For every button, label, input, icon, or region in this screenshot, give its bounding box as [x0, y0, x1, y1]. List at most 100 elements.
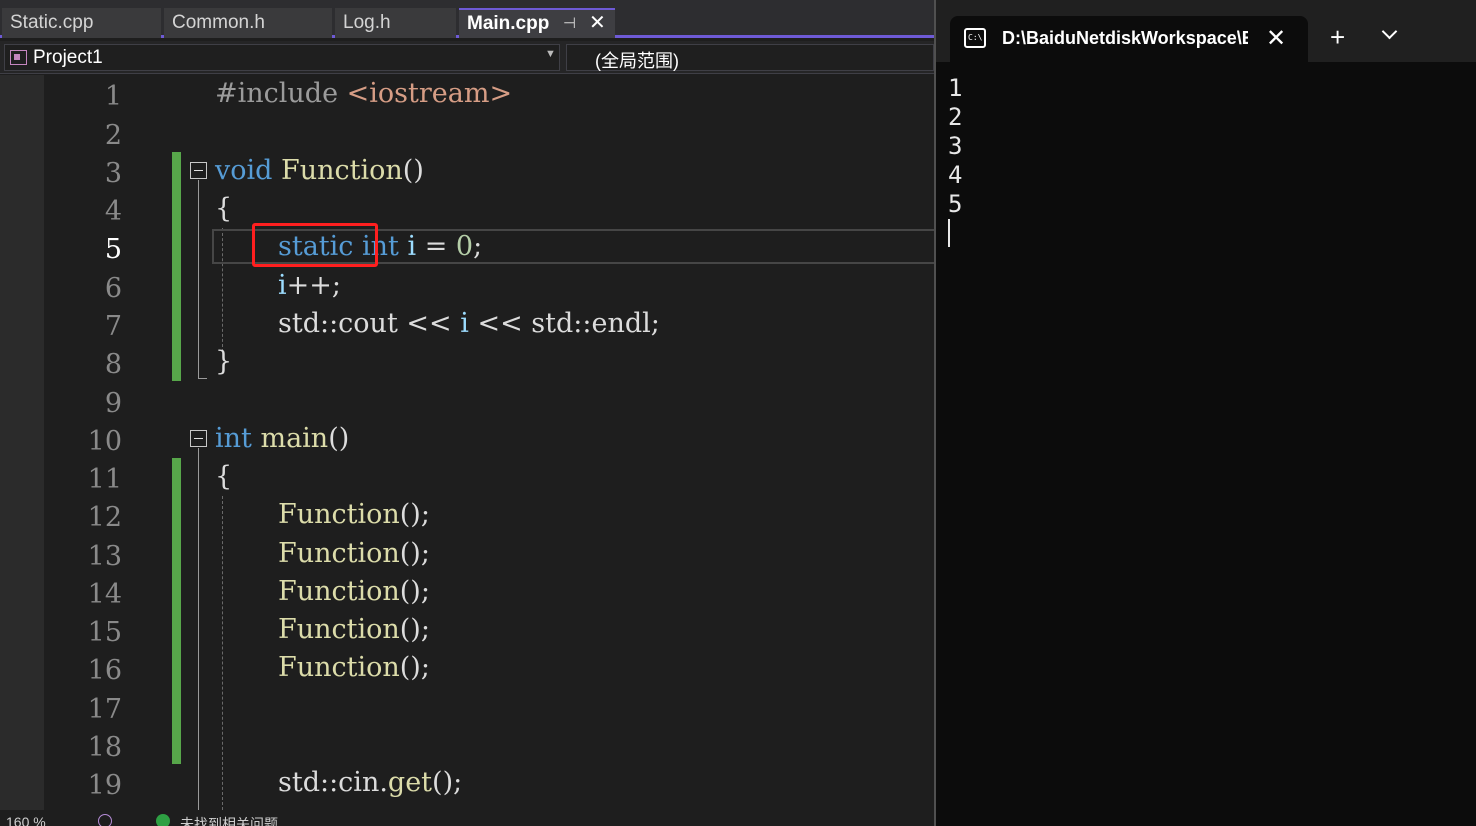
- scope-dropdown[interactable]: (全局范围): [566, 44, 934, 71]
- code-text: ++;: [286, 270, 341, 301]
- scope-name: (全局范围): [595, 51, 679, 71]
- fold-line: [198, 180, 199, 378]
- output-line: 3: [948, 132, 963, 160]
- chevron-down-icon[interactable]: [1381, 23, 1398, 40]
- brace: }: [215, 346, 233, 377]
- function-call: Function: [278, 614, 400, 645]
- punctuation: ();: [399, 652, 430, 683]
- punctuation: ();: [399, 576, 430, 607]
- dropdown-arrow-icon: ▼: [545, 48, 556, 60]
- tab-label: Common.h: [172, 12, 265, 33]
- code-line-4[interactable]: {: [215, 194, 232, 224]
- code-line-19[interactable]: std::cin.get();: [278, 768, 462, 798]
- number-literal: 0: [455, 231, 474, 262]
- collapse-icon[interactable]: [190, 430, 207, 447]
- project-icon: [10, 50, 27, 65]
- terminal-tab[interactable]: D:\BaiduNetdiskWorkspace\E ✕: [950, 16, 1308, 62]
- line-number: 4: [104, 196, 122, 227]
- code-line-12[interactable]: Function();: [278, 500, 430, 530]
- change-indicator-bar: [172, 458, 181, 764]
- terminal-tab-title: D:\BaiduNetdiskWorkspace\E: [1002, 28, 1248, 48]
- code-line-15[interactable]: Function();: [278, 615, 430, 645]
- terminal-window: D:\BaiduNetdiskWorkspace\E ✕ + 12345: [936, 0, 1476, 826]
- keyword: int: [215, 423, 252, 454]
- check-circle-icon: [156, 814, 170, 826]
- line-number: 15: [87, 617, 122, 648]
- brace: {: [215, 193, 233, 224]
- line-number: 2: [104, 120, 122, 151]
- punctuation: ();: [399, 538, 430, 569]
- line-number: 16: [87, 655, 122, 686]
- code-text: std::cin.: [278, 767, 388, 798]
- collapse-icon[interactable]: [190, 162, 207, 179]
- include-target: <iostream>: [346, 78, 513, 109]
- text-cursor: [948, 219, 950, 247]
- line-number: 6: [104, 273, 122, 304]
- close-tab-icon[interactable]: ✕: [1266, 24, 1286, 53]
- tab-log-h[interactable]: Log.h: [335, 8, 456, 38]
- function-call: Function: [278, 652, 400, 683]
- line-number: 12: [87, 502, 122, 533]
- line-number: 5: [104, 234, 122, 265]
- function-name: main: [260, 423, 329, 454]
- punctuation: ();: [399, 499, 430, 530]
- operator: <<: [477, 308, 523, 339]
- line-number: 14: [87, 579, 122, 610]
- punctuation: (): [328, 423, 350, 454]
- code-line-13[interactable]: Function();: [278, 539, 430, 569]
- variable: i: [278, 270, 287, 301]
- tab-static-cpp[interactable]: Static.cpp: [2, 8, 161, 38]
- code-line-14[interactable]: Function();: [278, 577, 430, 607]
- output-line: 4: [948, 161, 963, 189]
- function-call: Function: [278, 576, 400, 607]
- project-dropdown[interactable]: Project1 ▼: [4, 44, 560, 71]
- tab-common-h[interactable]: Common.h: [164, 8, 332, 38]
- line-number: 13: [87, 541, 122, 572]
- new-tab-button[interactable]: +: [1330, 22, 1345, 53]
- pin-icon[interactable]: ⊣: [563, 10, 576, 37]
- fold-line: [198, 448, 199, 810]
- function-call: Function: [278, 538, 400, 569]
- code-line-1[interactable]: #include <iostream>: [215, 79, 512, 109]
- punctuation: ;: [473, 231, 483, 262]
- line-number: 11: [87, 464, 122, 495]
- terminal-title-bar: D:\BaiduNetdiskWorkspace\E ✕ +: [936, 0, 1476, 62]
- zoom-level[interactable]: 160 %: [6, 814, 46, 826]
- line-number: 3: [104, 158, 122, 189]
- console-icon: [964, 28, 986, 48]
- preprocessor-directive: #include: [215, 78, 339, 109]
- code-line-6[interactable]: i++;: [278, 271, 341, 301]
- tab-main-cpp[interactable]: Main.cpp ⊣ ✕: [459, 8, 615, 38]
- issues-status[interactable]: 未找到相关问题: [180, 814, 278, 826]
- tab-label: Log.h: [343, 12, 391, 33]
- fold-end: [198, 378, 207, 379]
- code-cleanup-icon[interactable]: [98, 814, 112, 826]
- selection-margin: [0, 75, 44, 810]
- editor-status-bar: 160 % 未找到相关问题: [0, 810, 934, 826]
- close-icon[interactable]: ✕: [589, 10, 606, 37]
- code-line-11[interactable]: {: [215, 462, 232, 492]
- line-number: 18: [87, 732, 122, 763]
- code-text: std::endl;: [522, 308, 660, 339]
- code-line-3[interactable]: void Function(): [215, 156, 424, 186]
- code-line-8[interactable]: }: [215, 347, 232, 377]
- punctuation: ();: [399, 614, 430, 645]
- output-line: 5: [948, 190, 963, 218]
- variable: i: [407, 231, 417, 262]
- line-number: 9: [104, 388, 122, 419]
- line-number: 8: [104, 349, 122, 380]
- line-number: 17: [87, 694, 122, 725]
- line-number: 1: [104, 81, 122, 112]
- code-line-16[interactable]: Function();: [278, 653, 430, 683]
- code-line-10[interactable]: int main(): [215, 424, 349, 454]
- operator: <<: [406, 308, 452, 339]
- document-tab-bar: Static.cpp Common.h Log.h Main.cpp ⊣ ✕: [0, 0, 934, 38]
- function-call: Function: [278, 499, 400, 530]
- output-line: 1: [948, 74, 963, 102]
- brace: {: [215, 461, 233, 492]
- code-line-7[interactable]: std::cout << i << std::endl;: [278, 309, 660, 339]
- operator: =: [416, 231, 456, 262]
- function-name: Function: [281, 155, 403, 186]
- line-number: 7: [104, 311, 122, 342]
- project-name: Project1: [33, 47, 103, 68]
